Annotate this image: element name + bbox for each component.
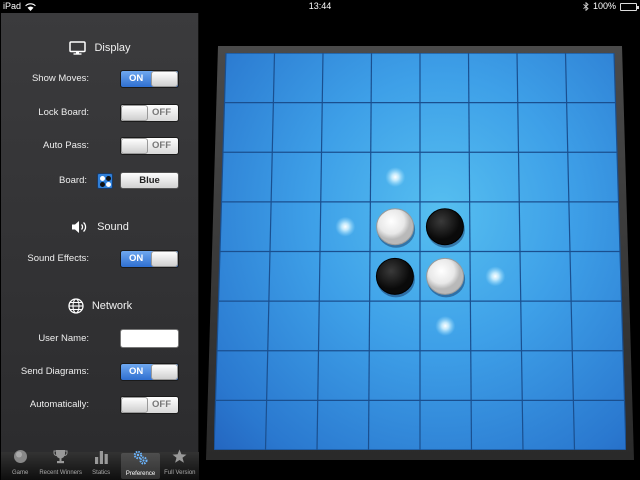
auto-pass-toggle[interactable]: OFF (120, 137, 179, 155)
auto-pass-label: Auto Pass: (43, 140, 89, 151)
tab-preference-label: Preference (125, 471, 156, 477)
automatically-label: Automatically: (29, 399, 89, 410)
battery-percent: 100% (592, 1, 616, 11)
tab-game-label: Game (11, 470, 29, 476)
trophy-icon (53, 449, 68, 469)
send-diagrams-row: Send Diagrams: ON (1, 363, 199, 383)
network-section-title: Network (91, 300, 133, 312)
board-color-swatch-icon (97, 173, 113, 189)
lock-board-label: Lock Board: (38, 107, 89, 118)
tab-recent-winners-label: Recent Winners (39, 470, 83, 476)
show-moves-label: Show Moves: (31, 73, 89, 84)
send-diagrams-state: ON (129, 366, 144, 377)
settings-panel: Display Show Moves: ON Lock Board: OFF A… (1, 13, 199, 452)
board-color-select[interactable]: Blue (120, 172, 179, 189)
tab-preference[interactable]: Preference (121, 450, 160, 479)
black-piece[interactable] (375, 257, 414, 295)
tab-statics-label: Statics (92, 470, 111, 476)
automatically-toggle[interactable]: OFF (120, 396, 179, 414)
lock-board-row: Lock Board: OFF (1, 104, 199, 124)
board-overlay[interactable] (214, 53, 626, 450)
toggle-knob (121, 105, 148, 121)
auto-pass-row: Auto Pass: OFF (1, 137, 199, 157)
clock: 13:44 (308, 1, 332, 11)
tab-recent-winners[interactable]: Recent Winners (39, 449, 83, 480)
status-bar: iPad 13:44 100% (0, 0, 640, 13)
toggle-knob (151, 251, 178, 267)
show-moves-row: Show Moves: ON (1, 70, 199, 90)
user-name-row: User Name: (1, 329, 199, 350)
display-section-header: Display (1, 41, 199, 55)
battery-icon (620, 2, 639, 11)
auto-pass-state: OFF (152, 140, 171, 151)
speaker-icon (71, 220, 89, 234)
network-section-header: Network (1, 298, 199, 314)
board-label: Board: (59, 175, 87, 186)
tab-full-version[interactable]: Full Version (161, 449, 199, 480)
display-section-title: Display (94, 42, 131, 54)
user-name-input[interactable] (120, 329, 179, 348)
board-row: Board: Blue (1, 172, 199, 192)
move-hint[interactable] (335, 216, 356, 237)
sound-effects-label: Sound Effects: (27, 253, 89, 264)
user-name-label: User Name: (38, 333, 89, 344)
lock-board-toggle[interactable]: OFF (120, 104, 179, 122)
tab-statics[interactable]: Statics (82, 449, 120, 480)
white-piece[interactable] (426, 257, 465, 295)
send-diagrams-toggle[interactable]: ON (120, 363, 179, 381)
send-diagrams-label: Send Diagrams: (20, 366, 89, 377)
white-piece[interactable] (376, 208, 415, 246)
toggle-knob (121, 138, 148, 154)
show-moves-toggle[interactable]: ON (120, 70, 179, 88)
move-hint[interactable] (485, 266, 506, 287)
move-hint[interactable] (435, 315, 456, 336)
sound-effects-row: Sound Effects: ON (1, 250, 199, 270)
toggle-knob (151, 71, 178, 87)
sound-effects-toggle[interactable]: ON (120, 250, 179, 268)
black-piece[interactable] (425, 208, 464, 246)
tab-bar: Game Recent Winners Statics Preference F… (1, 449, 199, 480)
tab-full-version-label: Full Version (164, 470, 196, 476)
toggle-knob (121, 397, 148, 413)
sound-section-title: Sound (97, 221, 129, 233)
star-icon (172, 449, 187, 469)
toggle-knob (151, 364, 178, 380)
lock-board-state: OFF (152, 107, 171, 118)
disc-icon (13, 449, 28, 469)
bluetooth-icon (583, 2, 589, 11)
bar-chart-icon (94, 449, 109, 469)
globe-icon (68, 298, 84, 314)
move-hint[interactable] (385, 167, 406, 188)
sound-effects-state: ON (129, 253, 144, 264)
tab-game[interactable]: Game (1, 449, 39, 480)
show-moves-state: ON (129, 73, 144, 84)
automatically-state: OFF (152, 399, 171, 410)
automatically-row: Automatically: OFF (1, 396, 199, 416)
sound-section-header: Sound (1, 220, 199, 234)
gears-icon (133, 450, 148, 470)
monitor-icon (69, 41, 87, 55)
